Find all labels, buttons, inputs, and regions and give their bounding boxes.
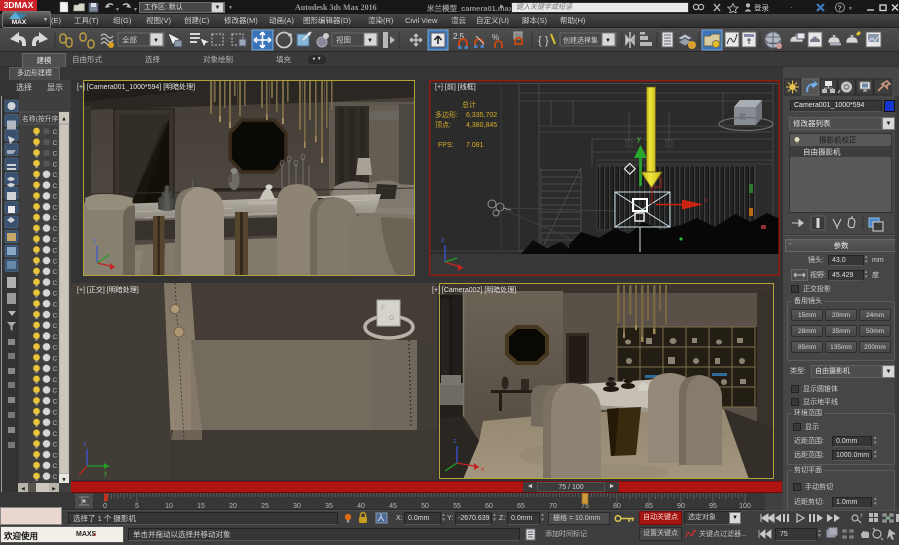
svg-text:前: 前: [739, 112, 746, 121]
svg-text:▲: ▲: [61, 117, 67, 123]
svg-text:45: 45: [389, 503, 397, 510]
svg-text:▼: ▼: [153, 38, 159, 44]
svg-text:60: 60: [485, 503, 493, 510]
svg-text:►: ►: [51, 487, 57, 493]
svg-text:总计: 总计: [462, 100, 476, 109]
svg-text:▼: ▼: [133, 7, 138, 13]
svg-text:20: 20: [229, 503, 237, 510]
svg-text:▼: ▼: [848, 6, 853, 12]
svg-text:±: ±: [860, 513, 863, 519]
svg-text:100: 100: [739, 503, 751, 510]
svg-text:35: 35: [325, 503, 333, 510]
svg-text:70: 70: [549, 503, 557, 510]
svg-text:80: 80: [613, 503, 621, 510]
svg-text:}: }: [545, 35, 549, 47]
svg-text:95: 95: [709, 503, 717, 510]
svg-text:全部: 全部: [122, 35, 137, 45]
svg-text:多边形:: 多边形:: [435, 110, 458, 119]
svg-text:55: 55: [453, 503, 461, 510]
svg-text:自由摄影机: 自由摄影机: [803, 147, 841, 157]
svg-text:F: F: [381, 305, 385, 312]
svg-text:名称(按升序排: 名称(按升序排: [22, 114, 65, 123]
svg-text:·: ·: [790, 3, 793, 12]
svg-text:y: y: [637, 134, 641, 143]
svg-text:◄: ◄: [20, 487, 26, 493]
svg-text:创建选择集: 创建选择集: [563, 36, 598, 45]
svg-text:▼: ▼: [61, 478, 67, 484]
svg-text:摄影机校正: 摄影机校正: [819, 135, 857, 145]
svg-text:▼: ▼: [367, 38, 373, 44]
svg-text:G: G: [389, 315, 394, 322]
svg-text:FPS:: FPS:: [438, 142, 454, 149]
svg-text:z: z: [453, 438, 456, 445]
svg-text:{: {: [538, 35, 542, 47]
svg-text:65: 65: [517, 503, 525, 510]
svg-text:50: 50: [421, 503, 429, 510]
svg-text:?: ?: [838, 6, 842, 13]
svg-text:x: x: [705, 198, 708, 204]
svg-text:顶点:: 顶点:: [435, 121, 451, 129]
svg-text:25: 25: [261, 503, 269, 510]
svg-text:10: 10: [165, 503, 173, 510]
svg-text:视图: 视图: [336, 35, 351, 45]
svg-text:登录: 登录: [754, 3, 769, 13]
svg-text:0: 0: [103, 503, 107, 510]
svg-text:30: 30: [293, 503, 301, 510]
svg-text:z: z: [441, 237, 444, 244]
svg-text:40: 40: [357, 503, 365, 510]
svg-text:85: 85: [645, 503, 653, 510]
svg-text:7.081: 7.081: [466, 142, 484, 149]
svg-text:5: 5: [135, 503, 139, 510]
svg-text:90: 90: [677, 503, 685, 510]
svg-text:▼: ▼: [115, 7, 120, 13]
svg-text:▼: ▼: [605, 38, 611, 44]
svg-text:6,335,702: 6,335,702: [466, 112, 497, 119]
svg-text:z: z: [93, 238, 96, 245]
svg-text:z: z: [83, 441, 86, 448]
svg-text:4,380,845: 4,380,845: [466, 122, 497, 129]
svg-text:15: 15: [197, 503, 205, 510]
